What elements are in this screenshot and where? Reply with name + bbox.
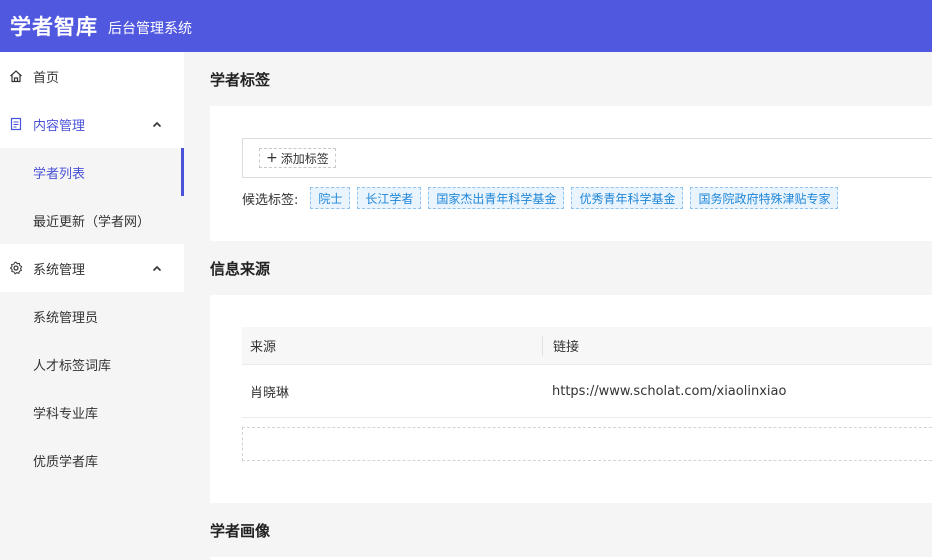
sidebar-item-label: 人才标签词库 xyxy=(33,358,112,374)
app-subtitle: 后台管理系统 xyxy=(108,20,192,37)
app-brand: 学者智库 xyxy=(10,15,98,39)
tags-card: + 添加标签 候选标签: 院士 长江学者 国家杰出青年科学基金 优秀青年科学基金… xyxy=(210,106,932,241)
sidebar-item-label: 学科专业库 xyxy=(33,406,99,422)
section-title-portrait: 学者画像 xyxy=(210,521,271,540)
sidebar-item-content-management[interactable]: 内容管理 xyxy=(0,100,184,148)
candidate-tags-label: 候选标签: xyxy=(242,192,299,208)
add-source-row-button[interactable] xyxy=(242,427,932,461)
table-header: 来源 链接 xyxy=(242,327,932,365)
sources-card: 来源 链接 肖晓琳 https://www.scholat.com/xiaoli… xyxy=(210,295,932,503)
sidebar-item-label: 内容管理 xyxy=(33,118,86,134)
section-title-tags: 学者标签 xyxy=(210,70,271,89)
chevron-up-icon[interactable] xyxy=(150,117,164,131)
candidate-tags: 候选标签: 院士 长江学者 国家杰出青年科学基金 优秀青年科学基金 国务院政府特… xyxy=(242,187,932,209)
candidate-tag[interactable]: 优秀青年科学基金 xyxy=(571,187,684,209)
home-icon xyxy=(8,68,24,84)
sidebar-item-scholar-list[interactable]: 学者列表 xyxy=(0,148,184,196)
sidebar-item-label: 系统管理员 xyxy=(33,310,99,326)
sidebar-item-home[interactable]: 首页 xyxy=(0,52,184,100)
sidebar-item-quality-scholars[interactable]: 优质学者库 xyxy=(0,436,184,484)
candidate-tag[interactable]: 长江学者 xyxy=(357,187,422,209)
gear-icon xyxy=(8,260,24,276)
column-header-link: 链接 xyxy=(542,335,932,356)
sidebar: 首页 内容管理 学者列表 最近更新（学者网） 系统管理 系统管理员 人才标签词库… xyxy=(0,52,184,484)
candidate-tag[interactable]: 院士 xyxy=(310,187,351,209)
sidebar-item-label: 最近更新（学者网） xyxy=(33,214,151,230)
chevron-up-icon[interactable] xyxy=(150,261,164,275)
sidebar-item-recent-updates[interactable]: 最近更新（学者网） xyxy=(0,196,184,244)
sidebar-item-disciplines[interactable]: 学科专业库 xyxy=(0,388,184,436)
sidebar-item-label: 首页 xyxy=(33,70,60,86)
cell-link[interactable]: https://www.scholat.com/xiaolinxiao xyxy=(542,384,932,399)
sidebar-item-label: 系统管理 xyxy=(33,262,86,278)
column-header-source: 来源 xyxy=(250,340,277,355)
candidate-tag[interactable]: 国家杰出青年科学基金 xyxy=(428,187,565,209)
tag-input-box[interactable]: + 添加标签 xyxy=(242,138,932,178)
plus-icon: + xyxy=(266,150,278,166)
document-icon xyxy=(8,116,24,132)
sidebar-item-talent-tags[interactable]: 人才标签词库 xyxy=(0,340,184,388)
cell-source: 肖晓琳 xyxy=(250,385,290,401)
top-header-bar: 学者智库 后台管理系统 xyxy=(0,0,932,52)
candidate-tag[interactable]: 国务院政府特殊津贴专家 xyxy=(690,187,839,209)
sidebar-item-label: 优质学者库 xyxy=(33,454,99,470)
sources-table: 来源 链接 肖晓琳 https://www.scholat.com/xiaoli… xyxy=(242,327,932,418)
table-row: 肖晓琳 https://www.scholat.com/xiaolinxiao xyxy=(242,365,932,418)
sidebar-item-system-management[interactable]: 系统管理 xyxy=(0,244,184,292)
sidebar-item-system-admin[interactable]: 系统管理员 xyxy=(0,292,184,340)
main-content: 学者标签 + 添加标签 候选标签: 院士 长江学者 国家杰出青年科学基金 优秀青… xyxy=(210,52,932,560)
sidebar-item-label: 学者列表 xyxy=(33,166,86,182)
add-tag-label: 添加标签 xyxy=(280,151,329,166)
add-tag-button[interactable]: + 添加标签 xyxy=(259,148,336,168)
section-title-sources: 信息来源 xyxy=(210,259,271,278)
